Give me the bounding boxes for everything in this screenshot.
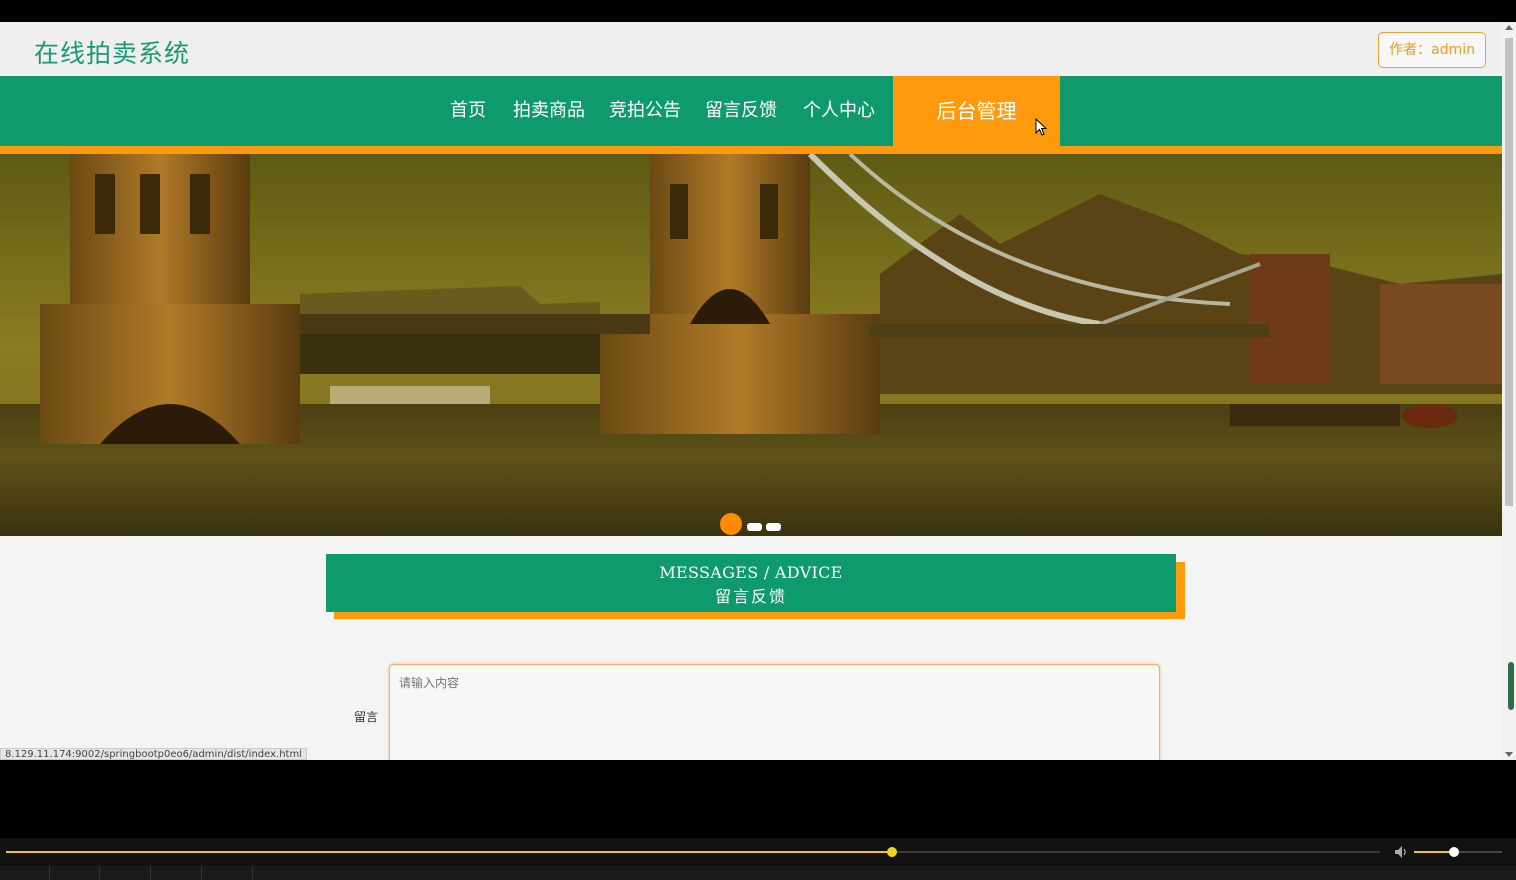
video-player-controls <box>0 838 1516 866</box>
banner-carousel[interactable] <box>0 154 1502 536</box>
page-scrollbar[interactable] <box>1502 22 1516 760</box>
taskbar-button[interactable] <box>0 866 50 880</box>
volume-handle[interactable] <box>1448 847 1459 857</box>
section-header: MESSAGES / ADVICE 留言反馈 <box>326 554 1176 612</box>
taskbar-button[interactable] <box>101 866 151 880</box>
taskbar-button[interactable] <box>152 866 202 880</box>
taskbar-strip <box>0 866 1516 880</box>
volume-icon[interactable] <box>1393 844 1409 860</box>
site-title[interactable]: 在线拍卖系统 <box>34 34 190 70</box>
seek-bar[interactable] <box>6 847 1380 857</box>
volume-slider[interactable] <box>1414 847 1502 857</box>
scroll-down-arrow-icon[interactable] <box>1505 752 1513 757</box>
nav-item-feedback[interactable]: 留言反馈 <box>705 76 777 146</box>
nav-item-bid-notices[interactable]: 竞拍公告 <box>609 76 681 146</box>
main-nav: 首页 拍卖商品 竞拍公告 留言反馈 个人中心 后台管理 <box>0 76 1502 146</box>
seek-handle[interactable] <box>887 847 898 857</box>
nav-item-auction-goods[interactable]: 拍卖商品 <box>513 76 585 146</box>
top-window-edge <box>0 0 1516 22</box>
nav-accent-stripe <box>0 146 1502 154</box>
nav-item-home[interactable]: 首页 <box>450 76 486 146</box>
message-label: 留言 <box>354 710 379 724</box>
banner-image <box>0 154 1502 536</box>
message-textarea[interactable] <box>389 664 1160 760</box>
status-bar-url: 8.129.11.174:9002/springbootp0eo6/admin/… <box>0 748 307 760</box>
carousel-indicators <box>720 512 800 536</box>
taskbar-button[interactable] <box>50 866 100 880</box>
scroll-thumb[interactable] <box>1505 38 1513 506</box>
scroll-up-arrow-icon[interactable] <box>1505 25 1513 30</box>
section-title-cn: 留言反馈 <box>714 587 787 606</box>
carousel-dot-1[interactable] <box>720 513 742 535</box>
scroll-position-marker <box>1508 662 1514 710</box>
volume-level <box>1414 851 1454 853</box>
nav-item-personal-center[interactable]: 个人中心 <box>803 76 875 146</box>
mouse-cursor-icon <box>1035 118 1048 136</box>
taskbar-button[interactable] <box>203 866 253 880</box>
browser-viewport: 在线拍卖系统 作者：admin 首页 拍卖商品 竞拍公告 留言反馈 个人中心 后… <box>0 22 1516 760</box>
author-badge[interactable]: 作者：admin <box>1378 32 1486 68</box>
section-title-en: MESSAGES / ADVICE <box>659 563 843 582</box>
carousel-dot-2[interactable] <box>747 523 762 531</box>
seek-progress <box>6 851 893 853</box>
carousel-dot-3[interactable] <box>766 523 781 531</box>
site-header: 在线拍卖系统 作者：admin <box>0 22 1502 76</box>
